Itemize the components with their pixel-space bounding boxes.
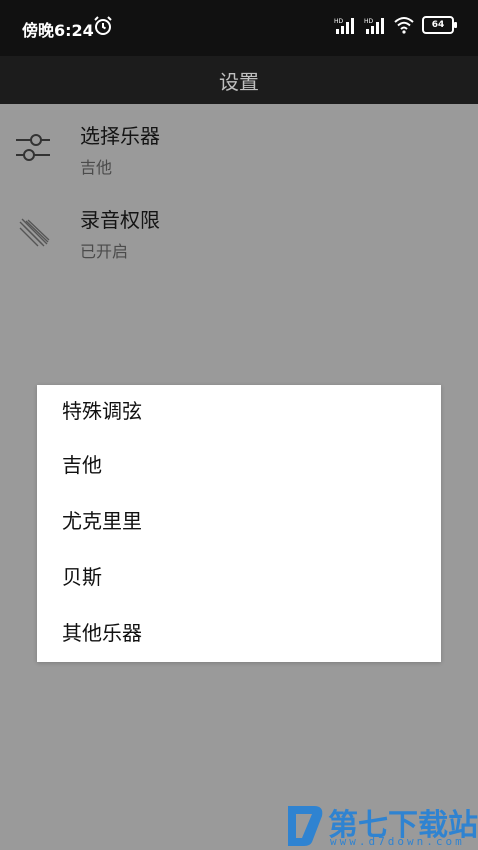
microphone-stripes-icon (19, 218, 50, 247)
dialog-option-guitar[interactable]: 吉他 (37, 437, 441, 493)
instrument-select-dialog: 特殊调弦 吉他 尤克里里 贝斯 其他乐器 (37, 385, 441, 662)
settings-item-title: 选择乐器 (80, 124, 160, 148)
status-bar: 傍晚6:24 HD HD 64 (0, 0, 478, 56)
signal-hd-icon-2: HD (364, 18, 384, 34)
svg-text:HD: HD (334, 18, 344, 25)
dialog-option-other[interactable]: 其他乐器 (37, 605, 441, 661)
settings-item-instrument[interactable]: 选择乐器 吉他 (0, 106, 478, 190)
watermark-url: www.d7down.com (330, 835, 465, 848)
settings-item-subtitle: 已开启 (80, 242, 129, 261)
sliders-icon (16, 134, 50, 161)
dialog-option-ukulele[interactable]: 尤克里里 (37, 493, 441, 549)
battery-level: 64 (431, 20, 445, 30)
signal-hd-icon: HD (334, 18, 354, 34)
d7-logo-icon (288, 806, 323, 846)
dialog-option-special-tuning[interactable]: 特殊调弦 (37, 385, 441, 437)
app-header: 设置 (0, 56, 478, 104)
svg-text:HD: HD (364, 18, 374, 25)
page-title: 设置 (219, 69, 259, 94)
alarm-icon (94, 16, 112, 35)
status-time: 傍晚6:24 (22, 21, 94, 40)
dialog-option-bass[interactable]: 贝斯 (37, 549, 441, 605)
settings-item-subtitle: 吉他 (80, 158, 113, 177)
settings-item-title: 录音权限 (80, 208, 160, 232)
status-icons: HD HD 64 (334, 16, 457, 34)
watermark: 第七下载站 www.d7down.com (282, 798, 478, 850)
battery-icon: 64 (422, 16, 457, 34)
settings-item-record-permission[interactable]: 录音权限 已开启 (0, 190, 478, 274)
wifi-icon (394, 17, 414, 34)
